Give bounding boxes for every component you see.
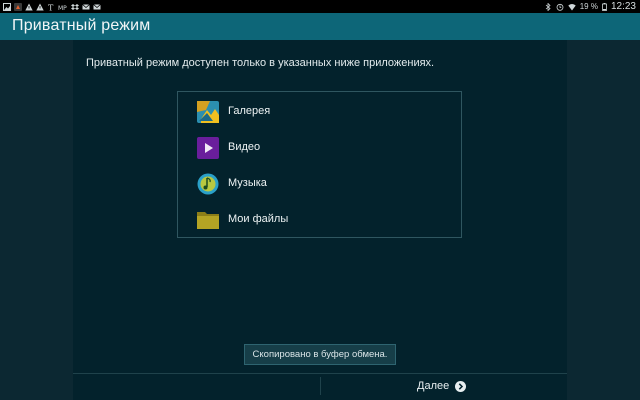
svg-text:MP: MP [58,5,67,11]
content-panel: Приватный режим доступен только в указан… [73,40,567,400]
clock: 12:23 [610,1,636,12]
intro-text: Приватный режим доступен только в указан… [86,57,435,69]
app-label-video: Видео [228,141,261,153]
list-item-music: Музыка [178,165,461,201]
warning-icon [36,3,44,10]
app-label-my-files: Мои файлы [228,213,289,225]
app-label-music: Музыка [228,177,267,189]
left-margin [0,40,73,400]
warning-icon [25,3,33,10]
notification-icons: T MP [3,0,101,13]
next-button[interactable]: Далее [417,378,467,394]
app-icon [14,2,22,11]
list-item-video: Видео [178,129,461,165]
app-bar: Приватный режим [0,13,640,40]
supported-apps-list: Галерея Видео Музыка Мои файлы [177,91,462,238]
video-app-icon [197,137,219,159]
mms-icon: MP [58,5,67,11]
bottom-separator [320,377,321,395]
bottom-divider [73,373,567,374]
system-icons: 19 % 12:23 [544,0,636,13]
right-margin [567,40,640,400]
mail-icon [93,3,101,9]
gallery-app-icon [197,101,219,123]
my-files-app-icon [197,212,219,229]
toast-message: Скопировано в буфер обмена. [244,344,396,365]
wifi-icon [568,3,576,10]
next-button-label: Далее [417,380,450,392]
alarm-icon [556,3,564,11]
list-item-my-files: Мои файлы [178,201,461,237]
nyt-icon: T [48,3,54,11]
list-item-gallery: Галерея [178,93,461,129]
svg-text:T: T [48,3,54,11]
battery-icon [602,2,607,11]
gallery-icon [3,2,11,11]
chevron-right-icon [455,380,467,392]
mail-icon [82,3,90,9]
page-title: Приватный режим [12,17,151,34]
battery-percent: 19 % [579,2,598,11]
status-bar: T MP 19 % 12:23 [0,0,640,13]
dropbox-icon [71,3,79,10]
bluetooth-icon [545,2,551,11]
music-app-icon [197,173,219,195]
app-label-gallery: Галерея [228,105,271,117]
